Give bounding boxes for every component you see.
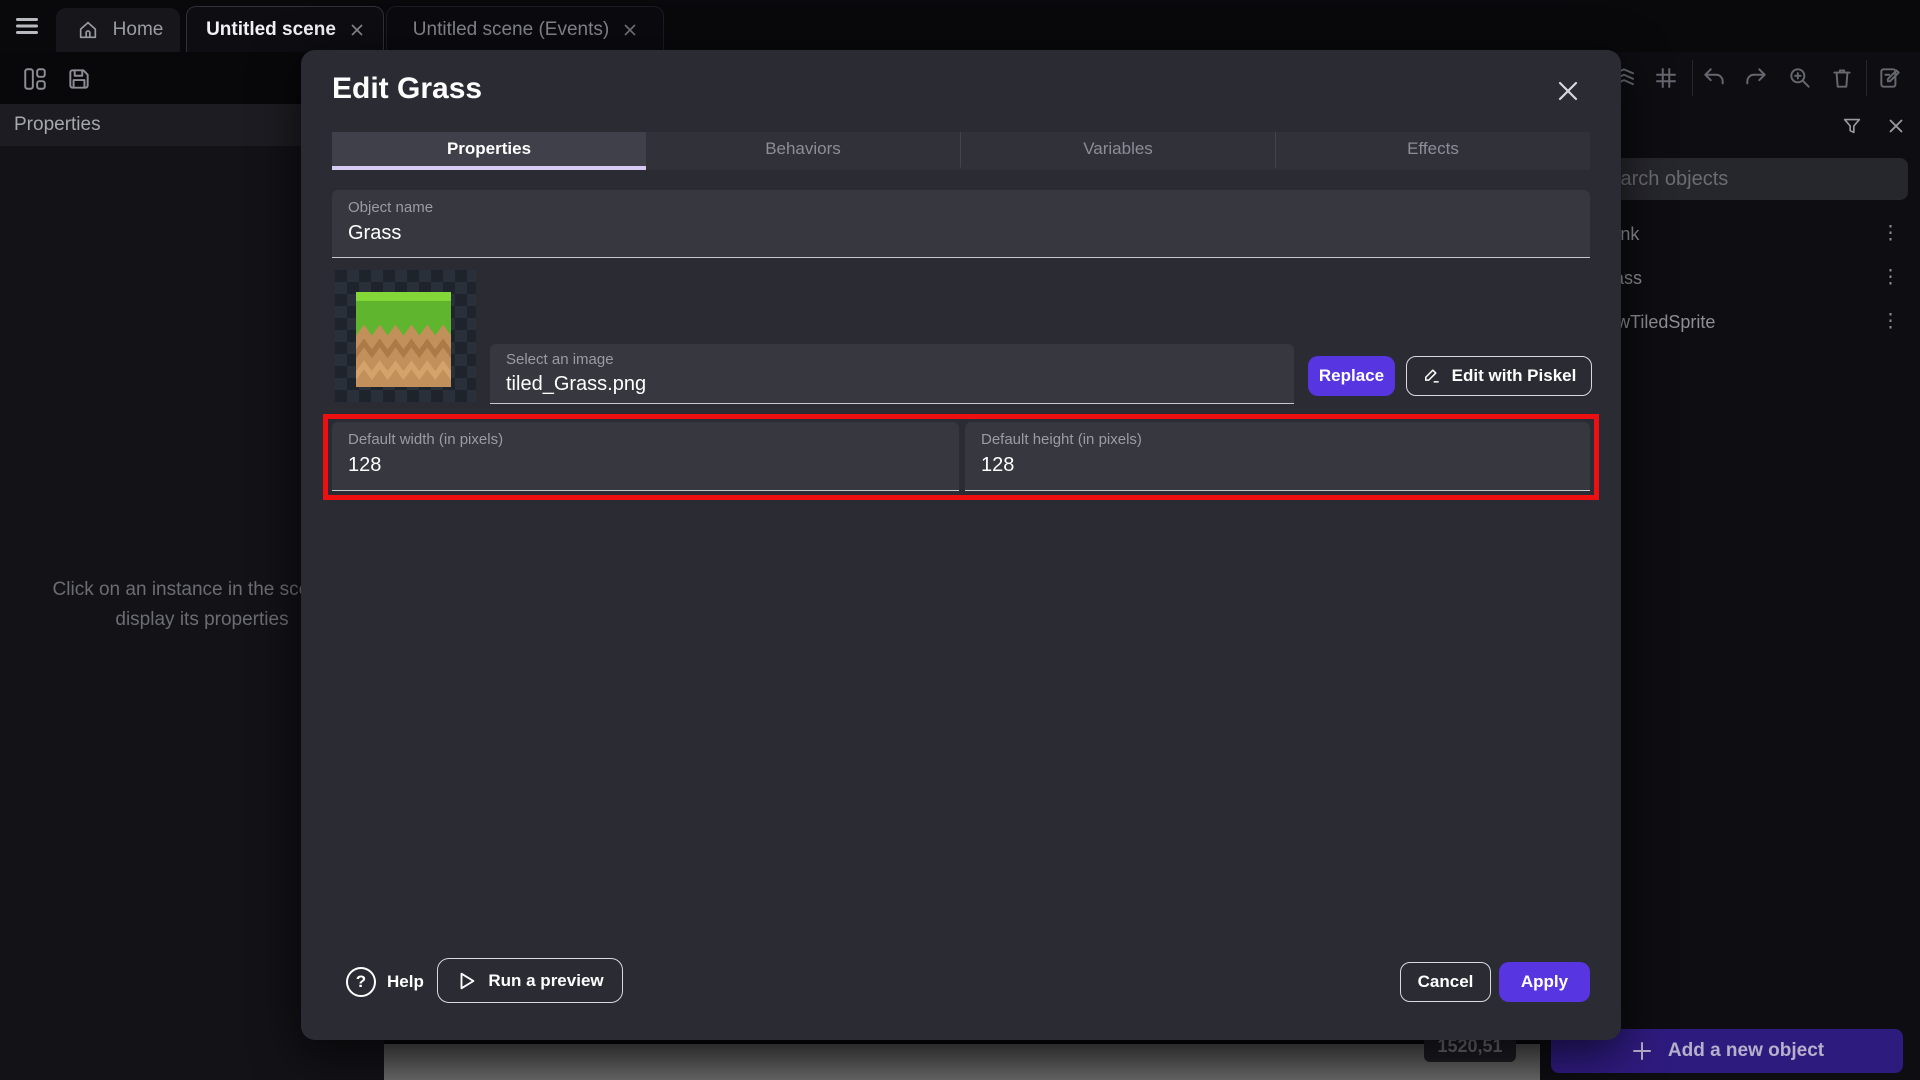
- tab-behaviors[interactable]: Behaviors: [646, 132, 960, 170]
- hamburger-menu-icon[interactable]: [14, 13, 40, 39]
- cancel-button[interactable]: Cancel: [1400, 962, 1491, 1002]
- help-icon[interactable]: ?: [346, 967, 376, 997]
- filter-icon[interactable]: [1838, 112, 1866, 140]
- grid-icon[interactable]: [1652, 64, 1680, 92]
- object-name-field[interactable]: Object name Grass: [332, 190, 1590, 258]
- dialog-tab-bar: Properties Behaviors Variables Effects: [332, 132, 1590, 170]
- tab-scene-label: Untitled scene: [206, 19, 336, 41]
- search-objects-input[interactable]: Search objects: [1580, 158, 1908, 200]
- secondary-toolbar: [0, 56, 300, 102]
- dialog-title: Edit Grass: [332, 72, 482, 106]
- tab-effects[interactable]: Effects: [1275, 132, 1590, 170]
- object-menu-icon[interactable]: ⋮: [1881, 212, 1900, 256]
- help-button[interactable]: Help: [387, 967, 424, 997]
- tab-home-label: Home: [113, 19, 164, 41]
- pencil-icon: [1422, 366, 1442, 386]
- select-image-field[interactable]: Select an image tiled_Grass.png: [490, 344, 1294, 404]
- scene-canvas[interactable]: [384, 1044, 1540, 1080]
- object-menu-icon[interactable]: ⋮: [1881, 256, 1900, 300]
- toolbar-divider: [1692, 60, 1693, 96]
- edit-with-piskel-button[interactable]: Edit with Piskel: [1406, 356, 1592, 396]
- plus-icon: [1630, 1039, 1654, 1063]
- tab-events-label: Untitled scene (Events): [413, 19, 609, 41]
- toolbar-divider: [1866, 60, 1867, 96]
- undo-icon[interactable]: [1700, 64, 1728, 92]
- properties-panel-title: Properties: [14, 114, 101, 135]
- tab-properties[interactable]: Properties: [332, 132, 646, 170]
- replace-button[interactable]: Replace: [1308, 356, 1395, 396]
- edit-notes-icon[interactable]: [1876, 64, 1904, 92]
- redo-icon[interactable]: [1742, 64, 1770, 92]
- home-icon: [73, 15, 103, 45]
- close-panel-icon[interactable]: [1882, 112, 1910, 140]
- panel-layout-icon[interactable]: [20, 64, 50, 94]
- tab-untitled-scene[interactable]: Untitled scene: [186, 6, 384, 52]
- tab-untitled-scene-events[interactable]: Untitled scene (Events): [386, 6, 664, 52]
- tab-variables[interactable]: Variables: [960, 132, 1275, 170]
- run-preview-button[interactable]: Run a preview: [437, 958, 623, 1003]
- save-icon[interactable]: [64, 64, 94, 94]
- edit-object-dialog: Edit Grass Properties Behaviors Variable…: [301, 50, 1621, 1040]
- default-width-field[interactable]: Default width (in pixels) 128: [332, 422, 959, 491]
- apply-button[interactable]: Apply: [1499, 962, 1590, 1002]
- tab-home[interactable]: Home: [56, 8, 180, 52]
- object-menu-icon[interactable]: ⋮: [1881, 300, 1900, 344]
- tab-scene-close-icon[interactable]: [350, 23, 364, 37]
- default-height-field[interactable]: Default height (in pixels) 128: [965, 422, 1590, 491]
- tab-events-close-icon[interactable]: [623, 23, 637, 37]
- sprite-thumbnail[interactable]: [335, 270, 476, 402]
- zoom-in-icon[interactable]: [1786, 64, 1814, 92]
- grass-tile-image: [355, 292, 452, 387]
- dialog-close-icon[interactable]: [1553, 76, 1583, 106]
- play-icon: [456, 970, 478, 992]
- app-window: Home Untitled scene Untitled scene (Even…: [0, 0, 1920, 1080]
- top-tab-bar: Home Untitled scene Untitled scene (Even…: [0, 0, 1920, 52]
- trash-icon[interactable]: [1828, 64, 1856, 92]
